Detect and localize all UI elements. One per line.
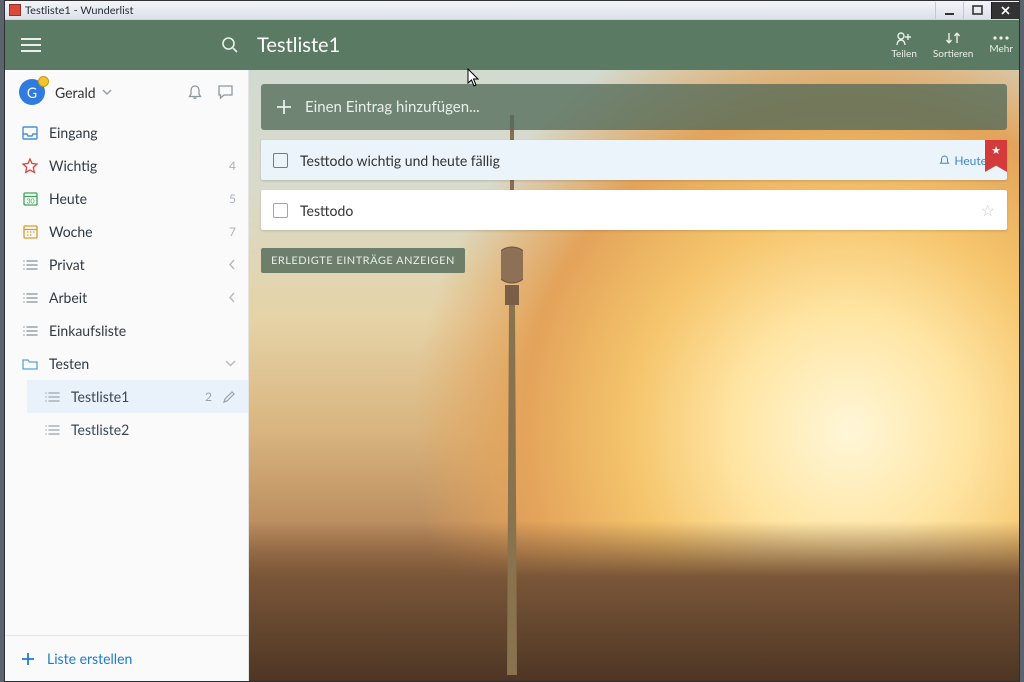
sort-label: Sortieren — [933, 48, 973, 60]
einkauf-label: Einkaufsliste — [49, 322, 126, 339]
more-button[interactable]: Mehr — [989, 35, 1013, 55]
week-label: Woche — [49, 223, 93, 240]
task-row[interactable]: Testtodo ☆ — [261, 190, 1007, 230]
list-icon — [41, 424, 63, 436]
user-name: Gerald — [55, 84, 96, 101]
star-outline-icon[interactable]: ☆ — [981, 201, 995, 220]
plus-icon — [277, 100, 291, 114]
bell-icon — [939, 155, 950, 166]
task-checkbox[interactable] — [273, 203, 288, 218]
app-window: Testliste1 - Wunderlist Testliste1 — [4, 0, 1020, 682]
conversations-icon[interactable] — [217, 84, 234, 101]
smart-lists: Eingang Wichtig 4 30 Heute 5 Woche 7 — [5, 114, 248, 446]
more-label: Mehr — [989, 43, 1013, 55]
chevron-down-icon — [225, 360, 236, 367]
sidebar: G Gerald Eingang Wichtig 4 — [5, 20, 249, 681]
app-header: Testliste1 Teilen Sortieren Mehr — [5, 20, 1019, 70]
svg-text:30: 30 — [26, 197, 34, 205]
task-due-badge: Heute — [939, 153, 987, 168]
list-label: Testliste1 — [71, 388, 129, 405]
arbeit-label: Arbeit — [49, 289, 87, 306]
user-menu[interactable]: G Gerald — [5, 70, 248, 114]
create-list-button[interactable]: Liste erstellen — [5, 635, 248, 681]
sidebar-list-testliste1[interactable]: Testliste1 2 — [27, 380, 248, 413]
sidebar-item-inbox[interactable]: Eingang — [5, 116, 248, 149]
folder-label: Testen — [49, 355, 89, 372]
minimize-button[interactable] — [935, 2, 963, 19]
avatar: G — [19, 79, 45, 105]
sidebar-item-arbeit[interactable]: Arbeit — [5, 281, 248, 314]
list-icon — [19, 325, 41, 337]
important-label: Wichtig — [49, 157, 97, 174]
app-icon — [9, 4, 21, 16]
window-title: Testliste1 - Wunderlist — [25, 4, 134, 17]
sidebar-folder-testen[interactable]: Testen — [5, 347, 248, 380]
show-completed-button[interactable]: ERLEDIGTE EINTRÄGE ANZEIGEN — [261, 248, 465, 273]
menu-button[interactable] — [5, 20, 57, 70]
sidebar-item-privat[interactable]: Privat — [5, 248, 248, 281]
maximize-button[interactable] — [963, 2, 991, 19]
main-panel: Einen Eintrag hinzufügen... Testtodo wic… — [249, 20, 1019, 681]
plus-icon — [21, 652, 35, 666]
list-label: Testliste2 — [71, 421, 129, 438]
today-label: Heute — [49, 190, 87, 207]
list-title: Testliste1 — [257, 20, 340, 70]
chevron-left-icon — [229, 292, 236, 303]
titlebar[interactable]: Testliste1 - Wunderlist — [5, 1, 1019, 20]
sidebar-list-testliste2[interactable]: Testliste2 — [27, 413, 248, 446]
edit-icon[interactable] — [222, 390, 236, 404]
task-row[interactable]: Testtodo wichtig und heute fällig Heute — [261, 140, 1007, 180]
close-button[interactable] — [991, 2, 1019, 19]
today-count: 5 — [229, 191, 236, 206]
sidebar-item-einkauf[interactable]: Einkaufsliste — [5, 314, 248, 347]
sidebar-item-today[interactable]: 30 Heute 5 — [5, 182, 248, 215]
inbox-icon — [19, 126, 41, 140]
week-count: 7 — [229, 224, 236, 239]
create-list-label: Liste erstellen — [47, 650, 132, 667]
notifications-icon[interactable] — [187, 84, 203, 101]
important-count: 4 — [229, 158, 236, 173]
list-icon — [19, 292, 41, 304]
task-title: Testtodo — [300, 202, 353, 219]
sort-button[interactable]: Sortieren — [933, 30, 973, 60]
share-button[interactable]: Teilen — [891, 30, 917, 60]
week-icon — [19, 224, 41, 239]
sidebar-item-week[interactable]: Woche 7 — [5, 215, 248, 248]
star-flag-icon[interactable] — [985, 140, 1007, 172]
chevron-down-icon — [102, 89, 112, 95]
task-checkbox[interactable] — [273, 153, 288, 168]
today-icon: 30 — [19, 191, 41, 206]
list-count: 2 — [205, 389, 212, 404]
list-icon — [19, 259, 41, 271]
share-label: Teilen — [891, 48, 917, 60]
chevron-left-icon — [229, 259, 236, 270]
inbox-label: Eingang — [49, 124, 98, 141]
star-icon — [19, 158, 41, 174]
notification-dot — [38, 76, 49, 87]
search-button[interactable] — [210, 20, 250, 70]
list-icon — [41, 391, 63, 403]
add-todo-placeholder: Einen Eintrag hinzufügen... — [305, 98, 480, 116]
add-todo-input[interactable]: Einen Eintrag hinzufügen... — [261, 84, 1007, 130]
sidebar-item-important[interactable]: Wichtig 4 — [5, 149, 248, 182]
task-title: Testtodo wichtig und heute fällig — [300, 152, 500, 169]
folder-icon — [19, 357, 41, 370]
privat-label: Privat — [49, 256, 85, 273]
